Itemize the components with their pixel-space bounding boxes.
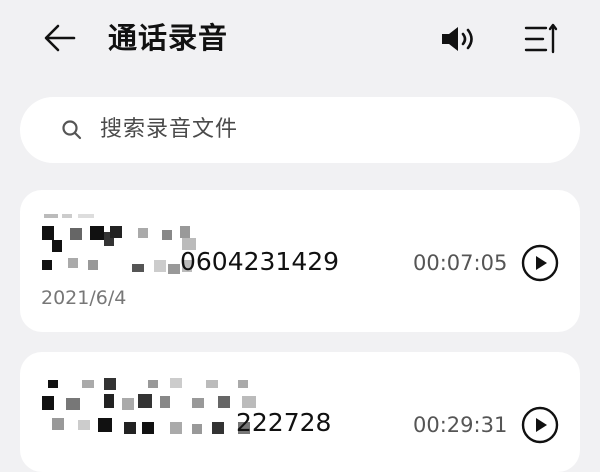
redacted-contact bbox=[42, 212, 202, 282]
page-title: 通话录音 bbox=[108, 21, 229, 55]
app-header: 通话录音 bbox=[0, 0, 600, 80]
play-button[interactable] bbox=[520, 405, 560, 445]
arrow-left-icon bbox=[44, 24, 76, 52]
recording-date: 2021/6/4 bbox=[41, 287, 127, 309]
recording-duration: 00:07:05 bbox=[413, 251, 508, 275]
back-button[interactable] bbox=[38, 18, 82, 58]
recording-item[interactable]: 222728 00:29:31 bbox=[20, 352, 580, 472]
speaker-button[interactable] bbox=[437, 20, 483, 58]
recording-number: 222728 bbox=[236, 408, 332, 437]
search-input[interactable]: 搜索录音文件 bbox=[20, 97, 580, 163]
sort-button[interactable] bbox=[519, 18, 563, 60]
play-button[interactable] bbox=[520, 243, 560, 283]
search-icon bbox=[62, 120, 82, 140]
speaker-icon bbox=[442, 27, 473, 51]
play-icon bbox=[521, 406, 559, 444]
recording-duration: 00:29:31 bbox=[413, 413, 508, 437]
sort-icon bbox=[524, 23, 558, 54]
play-icon bbox=[521, 244, 559, 282]
recording-number: 0604231429 bbox=[180, 247, 340, 276]
redacted-contact bbox=[42, 378, 256, 450]
search-placeholder: 搜索录音文件 bbox=[100, 117, 239, 142]
recording-item[interactable]: 0604231429 2021/6/4 00:07:05 bbox=[20, 190, 580, 332]
